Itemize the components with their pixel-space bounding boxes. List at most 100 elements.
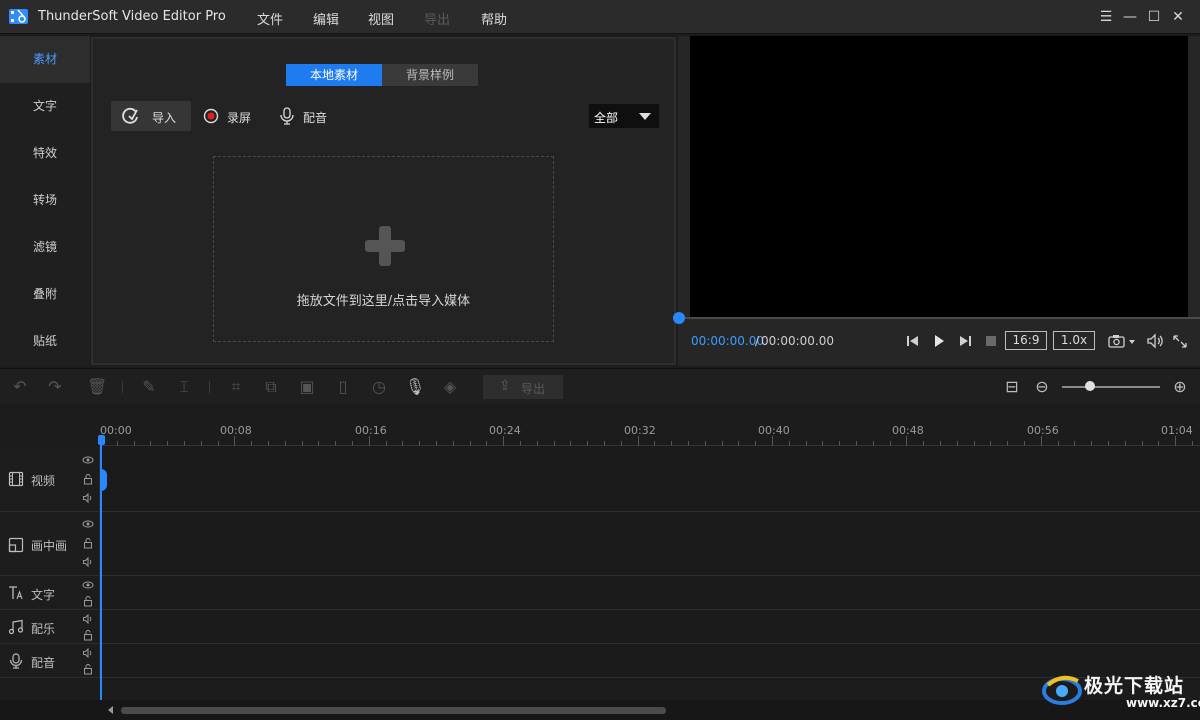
next-frame-icon[interactable]: [958, 332, 972, 350]
record-voice-icon[interactable]: 🎙: [405, 377, 425, 397]
eye-icon[interactable]: [82, 454, 94, 466]
undo-icon[interactable]: ↶: [10, 377, 30, 397]
track-name: 配音: [31, 656, 56, 670]
sidebar-item-transitions[interactable]: 转场: [0, 177, 90, 224]
lock-icon[interactable]: [82, 663, 94, 675]
menu-edit[interactable]: 编辑: [313, 9, 339, 28]
sidebar-item-text[interactable]: 文字: [0, 83, 90, 130]
media-filter-select[interactable]: 全部: [589, 104, 659, 128]
tab-background-samples[interactable]: 背景样例: [382, 64, 478, 86]
eye-icon[interactable]: [82, 579, 94, 591]
sidebar-item-stickers[interactable]: 贴纸: [0, 318, 90, 365]
track-music[interactable]: 配乐: [0, 610, 1200, 644]
close-icon[interactable]: ✕: [1170, 9, 1186, 25]
aspect-icon[interactable]: ▯: [333, 377, 353, 397]
menu-icon[interactable]: ☰: [1098, 9, 1114, 25]
speaker-icon[interactable]: [82, 556, 94, 568]
voiceover-button[interactable]: 配音: [277, 101, 333, 131]
import-label: 导入: [152, 111, 177, 125]
stop-icon[interactable]: [984, 332, 998, 350]
playback-speed-button[interactable]: 1.0x: [1053, 331, 1095, 350]
media-drop-zone[interactable]: 拖放文件到这里/点击导入媒体: [213, 156, 554, 342]
record-screen-button[interactable]: 录屏: [201, 101, 257, 131]
playhead-handle[interactable]: [98, 435, 105, 445]
menu-help[interactable]: 帮助: [481, 9, 507, 28]
watermark-text: 极光下载站: [1084, 675, 1185, 697]
redo-icon[interactable]: ↷: [45, 377, 65, 397]
ruler-ticks: [100, 436, 1193, 446]
lock-icon[interactable]: [82, 629, 94, 641]
timeline-export-label: 导出: [521, 382, 546, 396]
duration-icon[interactable]: ◷: [369, 377, 389, 397]
track-pip[interactable]: 画中画: [0, 512, 1200, 576]
playback-progress-knob[interactable]: [673, 312, 685, 324]
fit-timeline-icon[interactable]: ⊟: [1002, 377, 1022, 397]
sidebar-item-overlay[interactable]: 叠附: [0, 271, 90, 318]
speaker-icon[interactable]: [82, 647, 94, 659]
zoom-slider-track[interactable]: [1062, 386, 1160, 388]
resize-icon[interactable]: ⧉: [261, 377, 281, 397]
music-icon: [8, 619, 24, 635]
track-name: 视频: [31, 474, 56, 488]
edit-icon[interactable]: ✎: [139, 377, 159, 397]
chevron-down-icon: [639, 113, 651, 120]
playhead-track-handle[interactable]: [100, 469, 107, 491]
track-header: 视频: [0, 446, 100, 511]
minimize-icon[interactable]: —: [1122, 9, 1138, 25]
track-text[interactable]: 文字: [0, 576, 1200, 610]
sidebar-item-media[interactable]: 素材: [0, 36, 90, 83]
toolbar-divider: [122, 381, 123, 393]
split-icon[interactable]: ⌶: [174, 377, 194, 397]
track-header: 配乐: [0, 610, 100, 643]
fullscreen-icon[interactable]: [1172, 332, 1188, 350]
tab-local-media[interactable]: 本地素材: [286, 64, 382, 86]
timeline-ruler[interactable]: 00:00 00:08 00:16 00:24 00:32 00:40 00:4…: [100, 404, 1200, 446]
volume-icon[interactable]: [1146, 332, 1164, 350]
drop-zone-text: 拖放文件到这里/点击导入媒体: [296, 294, 471, 309]
track-video[interactable]: 视频: [0, 446, 1200, 512]
scroll-left-icon[interactable]: [108, 706, 113, 714]
ruler-tick-label: 00:08: [220, 424, 252, 437]
current-time: 00:00:00.00: [691, 334, 764, 348]
menu-file[interactable]: 文件: [257, 9, 283, 28]
speaker-icon[interactable]: [82, 613, 94, 625]
sidebar-item-effects[interactable]: 特效: [0, 130, 90, 177]
total-time: 00:00:00.00: [761, 334, 834, 348]
marker-icon[interactable]: ◈: [440, 377, 460, 397]
maximize-icon[interactable]: ☐: [1146, 9, 1162, 25]
mic-icon: [9, 653, 23, 669]
ruler-tick-label: 00:16: [355, 424, 387, 437]
timeline-tracks: 视频 画中画 文字 配乐 配音: [0, 446, 1200, 678]
track-name: 画中画: [31, 539, 68, 553]
menu-view[interactable]: 视图: [368, 9, 394, 28]
sidebar: 素材 文字 特效 转场 滤镜 叠附 贴纸: [0, 36, 90, 366]
ruler-tick-label: 00:32: [624, 424, 656, 437]
lock-icon[interactable]: [82, 595, 94, 607]
playback-progress-track[interactable]: [678, 317, 1200, 319]
track-voiceover[interactable]: 配音: [0, 644, 1200, 678]
crop-icon[interactable]: ⌗: [226, 377, 246, 397]
zoom-out-icon[interactable]: ⊖: [1032, 377, 1052, 397]
mosaic-icon[interactable]: ▣: [297, 377, 317, 397]
zoom-slider-knob[interactable]: [1085, 381, 1095, 391]
snapshot-icon[interactable]: [1108, 332, 1138, 350]
import-button[interactable]: 导入: [111, 101, 191, 131]
import-icon: [122, 107, 138, 124]
lock-icon[interactable]: [82, 473, 94, 485]
play-icon[interactable]: [932, 332, 946, 350]
prev-frame-icon[interactable]: [906, 332, 920, 350]
preview-panel: 00:00:00.00 / 00:00:00.00 16:9 1.0x: [673, 36, 1200, 366]
speaker-icon[interactable]: [82, 492, 94, 504]
delete-icon[interactable]: 🗑: [87, 377, 107, 397]
watermark-url: www.xz7.com: [1126, 696, 1200, 710]
menu-export[interactable]: 导出: [424, 9, 450, 28]
track-header: 配音: [0, 644, 100, 677]
lock-icon[interactable]: [82, 537, 94, 549]
sidebar-item-filters[interactable]: 滤镜: [0, 224, 90, 271]
eye-icon[interactable]: [82, 518, 94, 530]
aspect-ratio-button[interactable]: 16:9: [1005, 331, 1047, 350]
mic-icon: [280, 107, 294, 125]
timeline-export-button[interactable]: ⇪ 导出: [483, 375, 563, 399]
scrollbar-thumb[interactable]: [121, 707, 666, 714]
zoom-in-icon[interactable]: ⊕: [1170, 377, 1190, 397]
